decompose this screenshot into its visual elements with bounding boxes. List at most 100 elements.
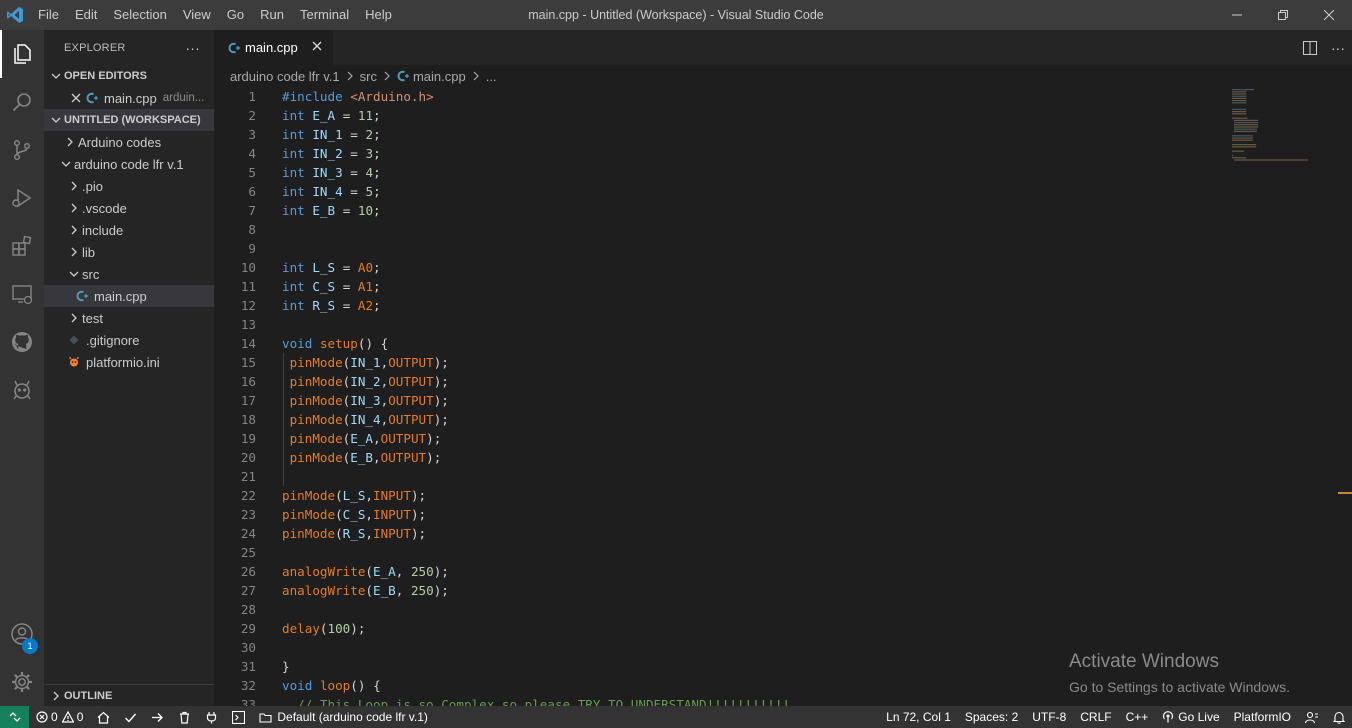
pio-clean-button[interactable]	[171, 706, 198, 728]
github-activity[interactable]	[0, 318, 44, 366]
cursor-position[interactable]: Ln 72, Col 1	[879, 706, 958, 728]
remote-indicator-button[interactable]	[0, 706, 29, 728]
code-text: analogWrite(E_B, 250);	[282, 583, 449, 598]
code-line: 19 pinMode(E_A,OUTPUT);	[214, 429, 1234, 448]
tab-label: main.cpp	[245, 40, 298, 55]
notifications-button[interactable]	[1326, 706, 1352, 728]
problems-indicator[interactable]: 0 0	[29, 706, 90, 728]
platformio-activity[interactable]	[0, 366, 44, 414]
tree-item-test[interactable]: test	[44, 307, 214, 329]
tree-item-pio[interactable]: .pio	[44, 175, 214, 197]
more-actions-button[interactable]: ···	[185, 40, 200, 56]
menu-go[interactable]: Go	[219, 0, 252, 30]
tree-item-label: Arduino codes	[78, 134, 162, 150]
menu-run[interactable]: Run	[252, 0, 292, 30]
feedback-button[interactable]	[1298, 706, 1326, 728]
go-live-label: Go Live	[1178, 710, 1220, 724]
line-number: 30	[240, 640, 256, 655]
restore-button[interactable]	[1260, 0, 1306, 30]
code-text: pinMode(E_A,OUTPUT);	[289, 431, 442, 446]
open-editor-main-cpp[interactable]: main.cpp arduin...	[44, 87, 214, 109]
pio-home-button[interactable]	[90, 706, 117, 728]
go-live-button[interactable]: Go Live	[1155, 706, 1226, 728]
code-text: delay(100);	[282, 621, 366, 636]
git-file-icon	[66, 335, 82, 345]
breadcrumb-folder[interactable]: arduino code lfr v.1	[230, 69, 340, 84]
tree-item-include[interactable]: include	[44, 219, 214, 241]
workspace-label: UNTITLED (WORKSPACE)	[64, 114, 201, 126]
remote-explorer-activity[interactable]	[0, 270, 44, 318]
code-line: 24 pinMode(R_S,INPUT);	[214, 524, 1234, 543]
more-editor-actions-button[interactable]: ···	[1324, 30, 1352, 65]
menu-file[interactable]: File	[30, 0, 67, 30]
close-tab-icon[interactable]	[311, 40, 323, 55]
encoding[interactable]: UTF-8	[1025, 706, 1073, 728]
open-editors-section[interactable]: OPEN EDITORS	[44, 65, 214, 87]
minimap-line	[1232, 89, 1254, 91]
platformio-status[interactable]: PlatformIO	[1227, 706, 1298, 728]
line-number: 25	[240, 545, 256, 560]
search-activity[interactable]	[0, 78, 44, 126]
folder-icon	[259, 712, 272, 723]
end-of-line[interactable]: CRLF	[1073, 706, 1118, 728]
code-line: 8	[214, 220, 1234, 239]
minimap[interactable]	[1230, 87, 1338, 237]
outline-section[interactable]: OUTLINE	[44, 684, 214, 706]
minimap-line	[1232, 137, 1253, 139]
minimize-button[interactable]	[1214, 0, 1260, 30]
breadcrumb-file[interactable]: main.cpp	[413, 69, 466, 84]
pio-terminal-button[interactable]	[225, 706, 252, 728]
open-editor-name: main.cpp	[104, 90, 157, 106]
line-number: 10	[240, 260, 256, 275]
warning-icon	[61, 711, 74, 723]
manage-activity[interactable]	[0, 658, 44, 706]
tree-item-gitignore[interactable]: .gitignore	[44, 329, 214, 351]
extensions-activity[interactable]	[0, 222, 44, 270]
minimap-line	[1232, 155, 1234, 157]
indentation[interactable]: Spaces: 2	[958, 706, 1025, 728]
tab-main-cpp[interactable]: main.cpp	[214, 30, 333, 65]
menu-view[interactable]: View	[175, 0, 219, 30]
tree-item-arduino-codes[interactable]: Arduino codes	[44, 131, 214, 153]
tree-item-label: test	[82, 310, 103, 326]
source-control-activity[interactable]	[0, 126, 44, 174]
tree-item-src[interactable]: src	[44, 263, 214, 285]
tree-item-platformio-ini[interactable]: platformio.ini	[44, 351, 214, 373]
minimap-line	[1232, 91, 1247, 93]
explorer-activity[interactable]	[0, 30, 44, 78]
pio-upload-button[interactable]	[144, 706, 171, 728]
code-editor[interactable]: 1 #include <Arduino.h> 2 int E_A = 11; 3 int …	[214, 87, 1352, 706]
close-window-button[interactable]	[1306, 0, 1352, 30]
breadcrumb-symbol[interactable]: ...	[486, 69, 497, 84]
pio-build-button[interactable]	[117, 706, 144, 728]
tree-item-vscode[interactable]: .vscode	[44, 197, 214, 219]
code-text: int L_S = A0;	[282, 260, 381, 275]
close-editor-icon[interactable]	[68, 93, 84, 103]
code-text: }	[282, 659, 290, 674]
run-debug-activity[interactable]	[0, 174, 44, 222]
tree-item-main-cpp[interactable]: main.cpp	[44, 285, 214, 307]
vertical-scrollbar[interactable]	[1338, 87, 1352, 706]
chevron-down-icon	[48, 71, 64, 81]
activate-windows-title: Activate Windows	[1069, 651, 1219, 672]
tree-item-lib[interactable]: lib	[44, 241, 214, 263]
line-number: 23	[240, 507, 256, 522]
tree-item-arduino-code-lfr[interactable]: arduino code lfr v.1	[44, 153, 214, 175]
pio-serial-monitor-button[interactable]	[198, 706, 225, 728]
line-number: 11	[240, 279, 256, 294]
split-editor-button[interactable]	[1296, 30, 1324, 65]
line-number: 14	[240, 336, 256, 351]
line-number: 15	[240, 355, 256, 370]
breadcrumb-src[interactable]: src	[360, 69, 377, 84]
accounts-activity[interactable]: 1	[0, 610, 44, 658]
title-bar: File Edit Selection View Go Run Terminal…	[0, 0, 1352, 30]
workspace-section[interactable]: UNTITLED (WORKSPACE)	[44, 109, 214, 131]
menu-selection[interactable]: Selection	[105, 0, 174, 30]
language-mode[interactable]: C++	[1119, 706, 1156, 728]
minimap-line	[1232, 146, 1257, 148]
pio-env-switcher[interactable]: Default (arduino code lfr v.1)	[252, 706, 435, 728]
window-controls	[1214, 0, 1352, 30]
menu-help[interactable]: Help	[357, 0, 400, 30]
menu-edit[interactable]: Edit	[67, 0, 105, 30]
menu-terminal[interactable]: Terminal	[292, 0, 357, 30]
